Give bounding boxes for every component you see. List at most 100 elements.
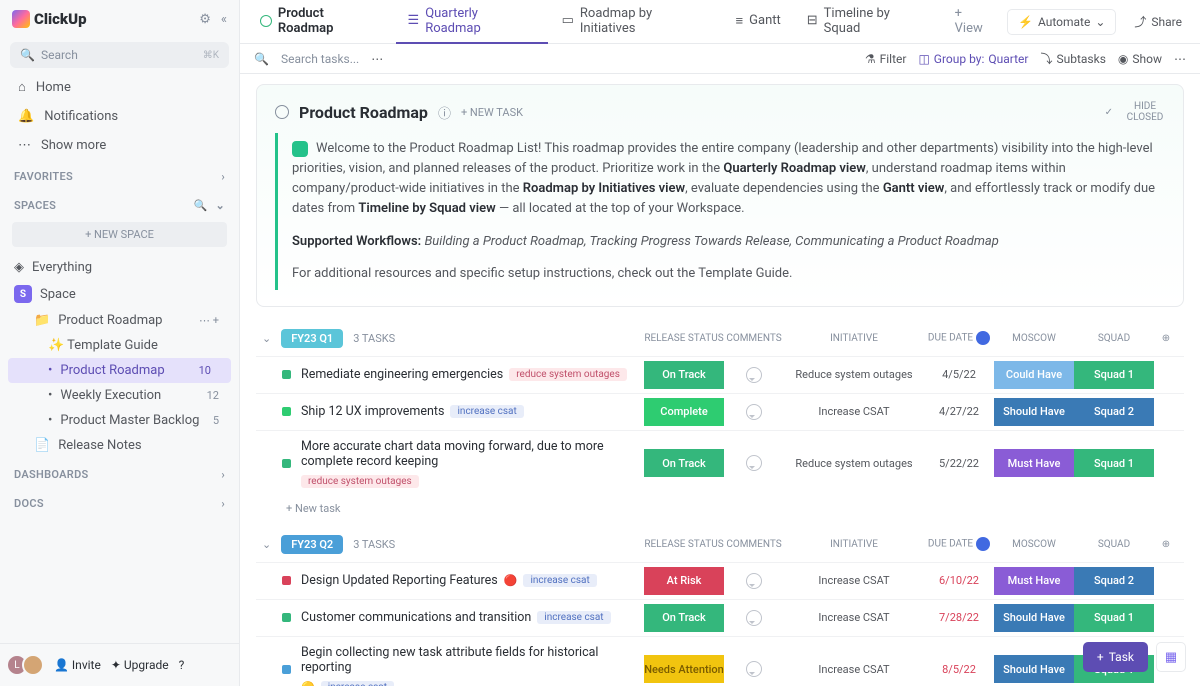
group-header[interactable]: ⌄ FY23 Q2 3 TASKS RELEASE STATUS COMMENT… [256, 527, 1184, 562]
tree-everything[interactable]: ◈Everything [0, 255, 239, 280]
show-button[interactable]: ◉ Show [1118, 52, 1162, 66]
release-status[interactable]: Needs Attention [644, 655, 724, 683]
comments-cell[interactable] [724, 661, 784, 677]
check-icon[interactable]: ✓ [1105, 107, 1113, 118]
section-dashboards[interactable]: DASHBOARDS› [0, 458, 239, 487]
task-search-input[interactable]: Search tasks... [281, 52, 359, 66]
hide-closed-toggle[interactable]: HIDE CLOSED [1125, 101, 1165, 123]
task-name[interactable]: Customer communications and transitionin… [301, 606, 644, 629]
search-spaces-icon[interactable]: 🔍 [193, 199, 207, 212]
task-name[interactable]: Begin collecting new task attribute fiel… [301, 641, 644, 686]
add-column-button[interactable]: ⊕ [1154, 333, 1178, 344]
due-cell[interactable]: 7/28/22 [924, 611, 994, 624]
section-favorites[interactable]: FAVORITES› [0, 160, 239, 189]
initiative-cell[interactable]: Reduce system outages [784, 457, 924, 470]
collapse-sidebar-icon[interactable]: « [221, 12, 227, 27]
task-row[interactable]: Design Updated Reporting Features🔴increa… [256, 562, 1184, 599]
apps-fab[interactable]: ▦ [1156, 642, 1186, 672]
task-row[interactable]: Begin collecting new task attribute fiel… [256, 636, 1184, 686]
chevron-down-icon[interactable]: ⌄ [262, 332, 271, 345]
initiative-cell[interactable]: Increase CSAT [784, 663, 924, 676]
invite-button[interactable]: 👤 Invite [54, 658, 101, 672]
list-title[interactable]: Product Roadmap [248, 0, 394, 44]
squad-cell[interactable]: Squad 2 [1074, 398, 1154, 426]
col-due[interactable]: DUE DATE [924, 331, 994, 345]
tag[interactable]: reduce system outages [301, 475, 419, 488]
task-name[interactable]: Design Updated Reporting Features🔴increa… [301, 569, 644, 592]
section-docs[interactable]: DOCS› [0, 487, 239, 516]
release-status[interactable]: At Risk [644, 567, 724, 595]
comments-cell[interactable] [724, 404, 784, 420]
avatar-stack[interactable]: L [12, 654, 44, 676]
upgrade-button[interactable]: ✦ Upgrade [111, 658, 169, 672]
tree-template-guide[interactable]: ✨ Template Guide [0, 333, 239, 358]
tab-quarterly[interactable]: ☰Quarterly Roadmap [396, 0, 548, 44]
comments-cell[interactable] [724, 455, 784, 471]
squad-cell[interactable]: Squad 1 [1074, 361, 1154, 389]
settings-icon[interactable]: ⚙ [199, 12, 211, 27]
moscow-cell[interactable]: Should Have [994, 398, 1074, 426]
task-name[interactable]: More accurate chart data moving forward,… [301, 435, 644, 492]
moscow-cell[interactable]: Should Have [994, 655, 1074, 683]
help-icon[interactable]: ? [179, 658, 185, 672]
group-by-button[interactable]: ◫ Group by: Quarter [918, 52, 1028, 66]
comments-cell[interactable] [724, 573, 784, 589]
tree-release-notes[interactable]: 📄Release Notes [0, 433, 239, 458]
task-name[interactable]: Ship 12 UX improvementsincrease csat [301, 400, 644, 423]
add-icon[interactable]: + [213, 314, 219, 327]
release-status[interactable]: On Track [644, 449, 724, 477]
group-header[interactable]: ⌄ FY23 Q1 3 TASKS RELEASE STATUS COMMENT… [256, 321, 1184, 356]
comments-cell[interactable] [724, 610, 784, 626]
more-icon[interactable]: ⋯ [199, 314, 210, 327]
due-cell[interactable]: 4/5/22 [924, 368, 994, 381]
due-cell[interactable]: 6/10/22 [924, 574, 994, 587]
due-cell[interactable]: 4/27/22 [924, 405, 994, 418]
automate-button[interactable]: ⚡Automate⌄ [1007, 9, 1116, 35]
chevron-down-icon[interactable]: ⌄ [262, 538, 271, 551]
share-button[interactable]: ⤴Share [1124, 8, 1192, 35]
tree-master-backlog[interactable]: •Product Master Backlog5 [0, 408, 239, 433]
add-view-button[interactable]: + View [943, 0, 1005, 44]
tree-space[interactable]: SSpace [0, 280, 239, 308]
new-task-fab[interactable]: +Task [1083, 642, 1148, 672]
logo[interactable]: ClickUp [12, 10, 87, 28]
initiative-cell[interactable]: Increase CSAT [784, 574, 924, 587]
task-name[interactable]: Remediate engineering emergenciesreduce … [301, 363, 644, 386]
squad-cell[interactable]: Squad 1 [1074, 449, 1154, 477]
squad-cell[interactable]: Squad 2 [1074, 567, 1154, 595]
chevron-down-icon[interactable]: ⌄ [215, 199, 225, 212]
nav-home[interactable]: ⌂Home [0, 72, 239, 102]
search-input[interactable]: 🔍 Search ⌘K [10, 42, 229, 68]
filter-button[interactable]: ⚗ Filter [865, 52, 907, 66]
tag[interactable]: increase csat [537, 611, 610, 624]
moscow-cell[interactable]: Could Have [994, 361, 1074, 389]
nav-notifications[interactable]: 🔔Notifications [0, 102, 239, 131]
tab-timeline[interactable]: ⊟Timeline by Squad [795, 0, 941, 44]
tab-gantt[interactable]: ≡Gantt [724, 0, 793, 44]
moscow-cell[interactable]: Must Have [994, 567, 1074, 595]
release-status[interactable]: Complete [644, 398, 724, 426]
info-icon[interactable]: ⓘ [438, 103, 451, 122]
release-status[interactable]: On Track [644, 361, 724, 389]
new-space-button[interactable]: + NEW SPACE [12, 222, 227, 247]
tree-weekly-execution[interactable]: •Weekly Execution12 [0, 383, 239, 408]
due-cell[interactable]: 5/22/22 [924, 457, 994, 470]
task-row[interactable]: Remediate engineering emergenciesreduce … [256, 356, 1184, 393]
initiative-cell[interactable]: Reduce system outages [784, 368, 924, 381]
tag[interactable]: increase csat [523, 574, 596, 587]
new-task-row[interactable]: + New task [256, 496, 1184, 521]
due-cell[interactable]: 8/5/22 [924, 663, 994, 676]
add-column-button[interactable]: ⊕ [1154, 539, 1178, 550]
tag[interactable]: reduce system outages [509, 368, 627, 381]
tree-product-roadmap-list[interactable]: •Product Roadmap10 [8, 358, 231, 383]
tree-product-roadmap-folder[interactable]: 📁Product Roadmap⋯ + [0, 308, 239, 333]
subtasks-button[interactable]: ⤵ Subtasks [1040, 50, 1105, 67]
task-row[interactable]: Ship 12 UX improvementsincrease csatComp… [256, 393, 1184, 430]
section-spaces[interactable]: SPACES🔍⌄ [0, 189, 239, 218]
squad-cell[interactable]: Squad 1 [1074, 604, 1154, 632]
tag[interactable]: increase csat [450, 405, 523, 418]
tab-initiatives[interactable]: ▭Roadmap by Initiatives [550, 0, 722, 44]
release-status[interactable]: On Track [644, 604, 724, 632]
new-task-button[interactable]: + NEW TASK [461, 106, 523, 119]
task-row[interactable]: Customer communications and transitionin… [256, 599, 1184, 636]
